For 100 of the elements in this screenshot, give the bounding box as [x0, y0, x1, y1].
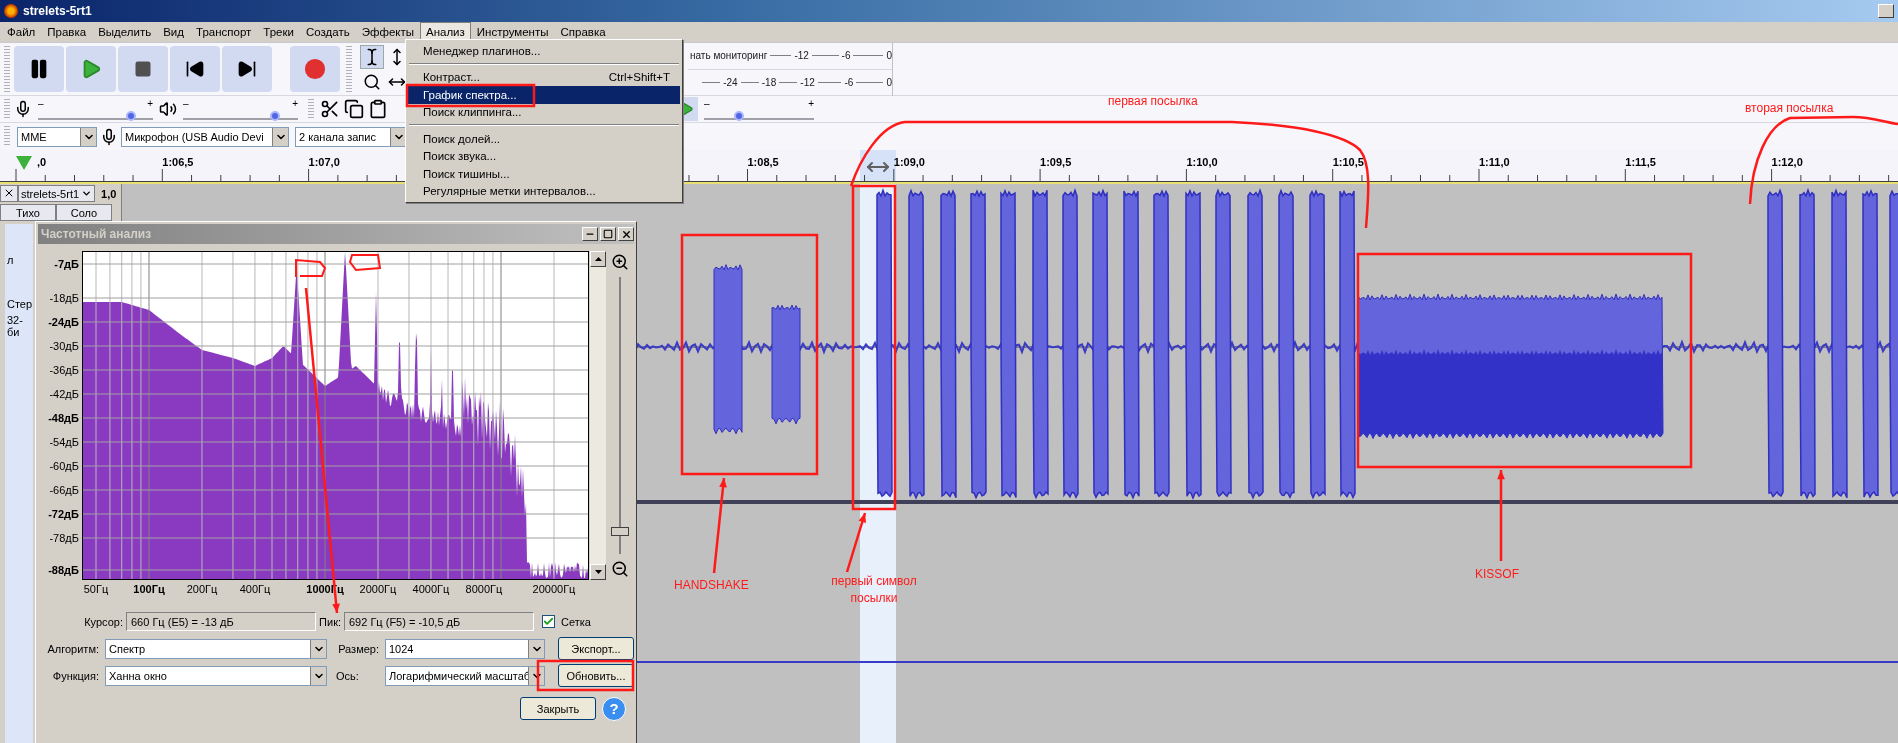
window-title: strelets-5rt1	[23, 4, 92, 18]
close-button[interactable]	[618, 227, 634, 241]
menu-item[interactable]: Вид	[157, 22, 190, 42]
meter-tick: 0	[853, 50, 892, 62]
copy-button[interactable]	[342, 97, 366, 121]
field-label: Функция:	[51, 669, 100, 682]
slider-max-label: +	[147, 98, 153, 108]
magnifier-icon	[363, 72, 381, 91]
track-info: 32-би	[7, 314, 24, 338]
track-name-menu[interactable]: strelets-5rt1	[18, 185, 96, 202]
time-label: 1:06,5	[162, 156, 194, 168]
axis-label: 8000Гц	[465, 583, 503, 595]
track-button[interactable]: Соло	[56, 204, 112, 221]
slider-max-label: +	[292, 98, 298, 108]
axis-label: 200Гц	[186, 583, 218, 595]
axis-label: 2000Гц	[359, 583, 397, 595]
field-label: Курсор:	[83, 615, 124, 628]
checkbox-label: Сетка	[561, 615, 591, 628]
stop-icon	[134, 60, 152, 78]
clipboard-icon	[368, 99, 388, 119]
input-device-select[interactable]: Микрофон (USB Audio Devi	[121, 126, 289, 147]
menu-item[interactable]: Инструменты	[470, 22, 555, 42]
field-label: Алгоритм:	[46, 642, 100, 655]
track-button[interactable]: Тихо	[0, 204, 56, 221]
menu-item[interactable]: Поиск долей...	[408, 130, 680, 148]
menu-item[interactable]: Регулярные метки интервалов...	[408, 182, 680, 200]
peak-field: 692 Гц (F5) = -10,5 дБ	[344, 612, 534, 631]
monitoring-label: нать мониторинг	[690, 50, 768, 62]
menu-item[interactable]: Контраст... Ctrl+Shift+T	[408, 68, 680, 86]
menu-item[interactable]: Анализ	[419, 22, 471, 42]
channels-select[interactable]: 2 канала запис	[295, 126, 407, 147]
slider-max-label: +	[808, 98, 814, 108]
slider-thumb[interactable]	[126, 110, 137, 121]
meter-tick: -6	[817, 76, 854, 88]
minimize-button[interactable]	[582, 227, 598, 241]
scroll-down-button[interactable]	[590, 564, 606, 580]
time-label: 1:11,0	[1479, 156, 1510, 168]
pause-button[interactable]	[14, 46, 64, 92]
axis-label: -88дБ	[48, 564, 79, 576]
menu-item[interactable]: Менеджер плагинов...	[408, 42, 680, 60]
time-label: 1:12,0	[1771, 156, 1803, 168]
time-label: 1:10,5	[1332, 156, 1364, 168]
zoom-in-icon[interactable]	[611, 253, 629, 271]
meter-tick: -6	[811, 50, 851, 62]
time-label: 1:09,0	[893, 156, 925, 168]
function-select[interactable]: Ханна окно	[105, 665, 327, 686]
copy-icon	[344, 99, 364, 119]
algorithm-select[interactable]: Спектр	[105, 638, 327, 659]
stop-button[interactable]	[118, 46, 168, 92]
size-select[interactable]: 1024	[385, 638, 545, 659]
menu-item[interactable]: График спектра...	[408, 86, 680, 104]
meter-tick: -18	[740, 76, 777, 88]
zoom-out-icon[interactable]	[611, 560, 629, 578]
skip-to-start-button[interactable]	[170, 46, 220, 92]
menu-item[interactable]: Поиск клиппинга...	[408, 103, 680, 121]
menu-item[interactable]: Выделить	[92, 22, 158, 42]
slider-thumb[interactable]	[734, 110, 745, 121]
axis-label: -72дБ	[48, 508, 79, 520]
scroll-up-button[interactable]	[590, 251, 606, 267]
app-icon	[4, 4, 18, 18]
export-button[interactable]: Экспорт...	[558, 637, 634, 660]
record-button[interactable]	[290, 46, 340, 92]
meter-tick: -12	[770, 50, 809, 62]
axis-select[interactable]: Логарифмический масштаб	[385, 665, 545, 686]
menu-item[interactable]: Правка	[41, 22, 93, 42]
skip-to-end-button[interactable]	[222, 46, 272, 92]
audio-host-select[interactable]: MME	[17, 126, 97, 147]
annotation-bracket	[348, 254, 382, 272]
slider-min-label: –	[38, 98, 44, 108]
update-button[interactable]: Обновить...	[558, 664, 634, 687]
axis-label: -24дБ	[48, 316, 79, 328]
grid-checkbox[interactable]	[542, 615, 555, 628]
axis-label: -30дБ	[49, 340, 79, 352]
maximize-icon	[603, 229, 613, 239]
selection-tool[interactable]	[360, 44, 384, 69]
menu-item[interactable]: Поиск тишины...	[408, 165, 680, 183]
menu-item[interactable]: Треки	[257, 22, 300, 42]
maximize-button[interactable]	[600, 227, 616, 241]
close-dialog-button[interactable]: Закрыть	[520, 697, 596, 720]
menu-item[interactable]: Файл	[1, 22, 42, 42]
microphone-icon	[14, 100, 32, 118]
cursor-field: 660 Гц (E5) = -13 дБ	[126, 612, 316, 631]
menu-item[interactable]: Справка	[554, 22, 612, 42]
slider-min-label: –	[704, 98, 710, 108]
menu-item[interactable]: Транспорт	[190, 22, 258, 42]
axis-label: 50Гц	[83, 583, 109, 595]
menu-item[interactable]: Поиск звука...	[408, 147, 680, 165]
annotation-label: вторая посылка	[1745, 100, 1834, 117]
menu-item[interactable]: Эффекты	[355, 22, 420, 42]
down-triangle-icon	[594, 570, 602, 574]
restore-button[interactable]	[1878, 4, 1894, 18]
time-label: 1:11,5	[1625, 156, 1656, 168]
slider-thumb[interactable]	[270, 110, 280, 121]
slider-thumb[interactable]	[611, 526, 629, 536]
axis-label: 4000Гц	[412, 583, 450, 595]
skip-forward-icon	[237, 59, 257, 79]
time-label: 1:08,5	[747, 156, 779, 168]
close-icon	[620, 228, 632, 240]
axis-label: -66дБ	[49, 484, 79, 496]
menu-item[interactable]: Создать	[299, 22, 356, 42]
